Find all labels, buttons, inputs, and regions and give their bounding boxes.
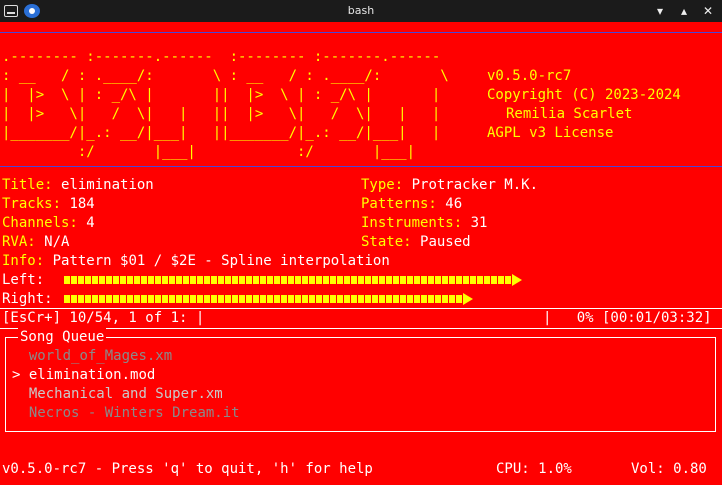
- banner-copyright: Copyright (C) 2023-2024: [487, 87, 681, 103]
- state-label: State:: [361, 234, 412, 250]
- divider-progress-bottom: [0, 328, 722, 329]
- left-level-meter: [64, 274, 522, 286]
- rva-label: RVA:: [2, 234, 36, 250]
- rva-value: N/A: [44, 234, 70, 250]
- right-meter-bar: [64, 295, 463, 303]
- state-value: Paused: [420, 234, 471, 250]
- status-cpu: CPU: 1.0%: [496, 461, 572, 477]
- patterns-row: Patterns: 46: [361, 195, 462, 214]
- window-titlebar[interactable]: bash ▾ ▴ ✕: [0, 0, 722, 22]
- banner-art-line: :/ |___| :/ |___|: [2, 144, 416, 160]
- queue-item-marker: >: [12, 367, 21, 383]
- left-meter-label: Left:: [2, 272, 45, 288]
- title-row: Title: elimination: [2, 176, 154, 195]
- status-volume: Vol: 0.80: [631, 461, 707, 477]
- minimize-button[interactable]: ▾: [652, 2, 668, 20]
- type-label: Type:: [361, 177, 404, 193]
- right-level-meter: [64, 293, 473, 305]
- instruments-value: 31: [470, 215, 488, 231]
- info-label: Info:: [2, 253, 45, 269]
- tracks-value: 184: [69, 196, 95, 212]
- info-value: Pattern $01 / $2E - Spline interpolation: [52, 253, 390, 269]
- close-button[interactable]: ✕: [700, 2, 716, 20]
- queue-item[interactable]: Necros - Winters Dream.it: [12, 404, 240, 423]
- queue-item-current[interactable]: > elimination.mod: [12, 366, 155, 385]
- queue-item-marker: [12, 386, 20, 402]
- status-help: v0.5.0-rc7 - Press 'q' to quit, 'h' for …: [2, 461, 373, 477]
- channels-row: Channels: 4: [2, 214, 95, 233]
- song-queue-panel[interactable]: Song Queue world_of_Mages.xm > eliminati…: [5, 328, 716, 432]
- patterns-label: Patterns:: [361, 196, 437, 212]
- queue-item-name: Necros - Winters Dream.it: [28, 405, 240, 421]
- rva-row: RVA: N/A: [2, 233, 69, 252]
- info-row: Info: Pattern $01 / $2E - Spline interpo…: [2, 252, 390, 271]
- tracks-label: Tracks:: [2, 196, 62, 212]
- queue-item[interactable]: Mechanical and Super.xm: [12, 385, 223, 404]
- banner-art-line: | |> \ | : _/\ | || |> \ | : _/\ | |: [2, 87, 441, 103]
- divider-mid: [0, 166, 722, 167]
- banner-author: Remilia Scarlet: [506, 106, 633, 122]
- patterns-value: 46: [445, 196, 463, 212]
- terminal-content[interactable]: .-------- :-------.------ :-------- :---…: [0, 22, 722, 485]
- divider-top: [0, 32, 722, 33]
- banner-version: v0.5.0-rc7: [487, 68, 572, 84]
- instruments-label: Instruments:: [361, 215, 463, 231]
- queue-item[interactable]: world_of_Mages.xm: [12, 347, 172, 366]
- banner-art-line: | |> \| / \| | || |> \| / \| | |: [2, 106, 441, 122]
- window-controls: ▾ ▴ ✕: [652, 2, 716, 20]
- right-meter-row: Right:: [2, 290, 53, 309]
- song-queue-title: Song Queue: [18, 328, 107, 347]
- banner-art-line: |_______/|_.: __/|___| ||_______/|_.: __…: [2, 125, 441, 141]
- queue-item-name: elimination.mod: [28, 367, 156, 383]
- banner-art-line: : __ / : .____/: \ : __ / : .____/: \: [2, 68, 449, 84]
- queue-item-marker: [12, 348, 20, 364]
- terminal-window: bash ▾ ▴ ✕ .-------- :-------.------ :--…: [0, 0, 722, 485]
- right-meter-arrow-icon: [463, 293, 473, 305]
- progress-left: [EsCr+] 10/54, 1 of 1: |: [2, 310, 205, 326]
- type-row: Type: Protracker M.K.: [361, 176, 538, 195]
- queue-item-marker: [12, 405, 20, 421]
- left-meter-bar: [64, 276, 512, 284]
- channels-value: 4: [86, 215, 95, 231]
- left-meter-arrow-icon: [512, 274, 522, 286]
- instruments-row: Instruments: 31: [361, 214, 487, 233]
- state-row: State: Paused: [361, 233, 471, 252]
- progress-right: | 0% [00:01/03:32]: [543, 310, 712, 326]
- queue-item-name: Mechanical and Super.xm: [28, 386, 223, 402]
- queue-item-name: world_of_Mages.xm: [28, 348, 173, 364]
- banner-license: AGPL v3 License: [487, 125, 614, 141]
- left-meter-row: Left:: [2, 271, 44, 290]
- tracks-row: Tracks: 184: [2, 195, 95, 214]
- type-value: Protracker M.K.: [411, 177, 539, 193]
- maximize-button[interactable]: ▴: [676, 2, 692, 20]
- title-value: elimination: [61, 177, 154, 193]
- banner-art-line: .-------- :-------.------ :-------- :---…: [2, 49, 441, 65]
- window-title: bash: [347, 4, 375, 17]
- channels-label: Channels:: [2, 215, 78, 231]
- right-meter-label: Right:: [2, 291, 53, 307]
- title-label: Title:: [2, 177, 53, 193]
